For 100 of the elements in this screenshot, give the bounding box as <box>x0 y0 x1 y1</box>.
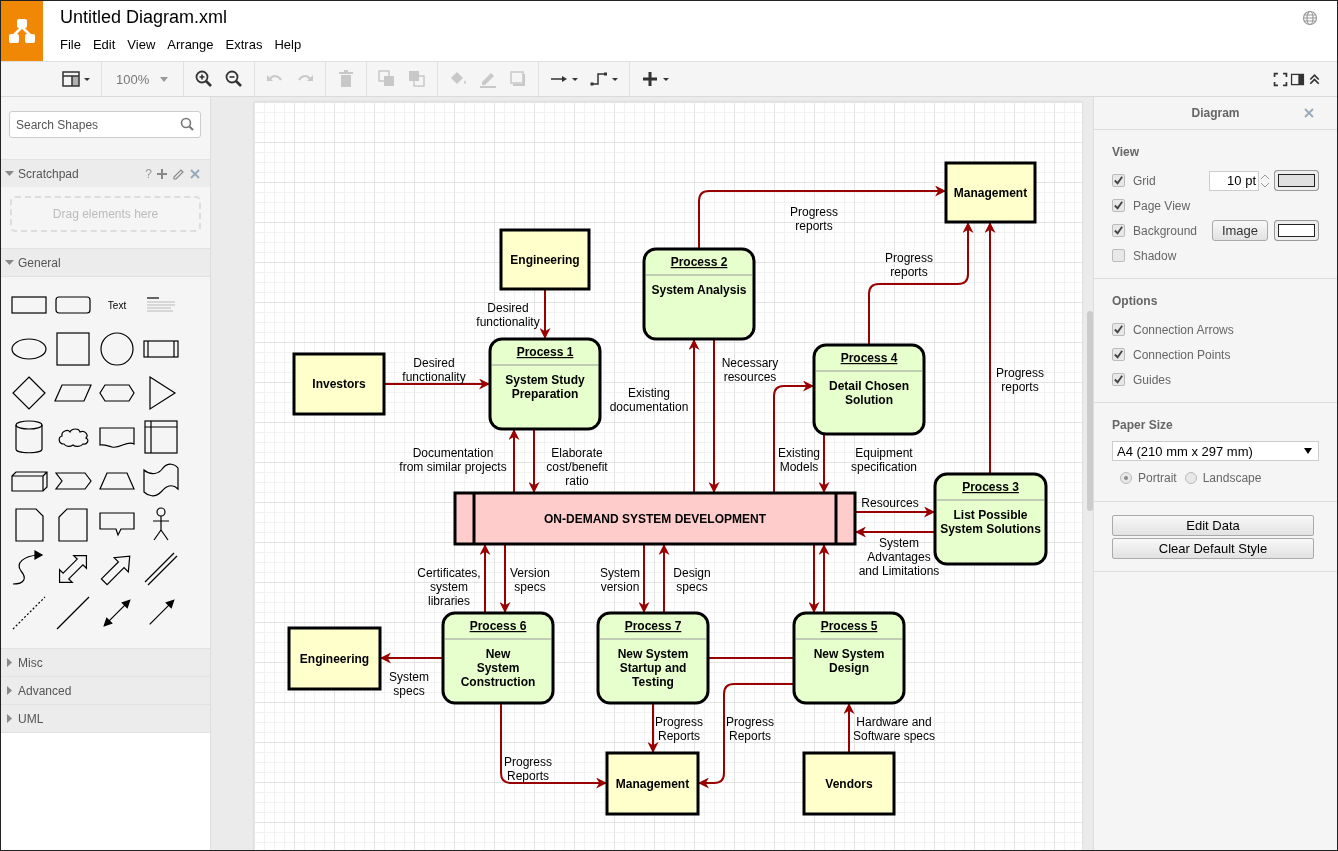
section-header[interactable]: Advanced <box>1 676 210 704</box>
logo-icon <box>8 17 36 45</box>
process-title: System Study Preparation <box>505 373 585 401</box>
edge-label: Desired functionality <box>402 356 466 384</box>
process-box[interactable] <box>642 247 756 341</box>
checkbox-label[interactable]: Guides <box>1133 372 1319 387</box>
entity-box[interactable] <box>287 626 382 691</box>
radio-label[interactable]: Portrait <box>1138 471 1177 485</box>
process-box[interactable] <box>488 337 602 431</box>
entity-label: Engineering <box>299 651 370 666</box>
process-box[interactable] <box>812 343 926 436</box>
color-swatch[interactable] <box>1274 220 1319 241</box>
spinner-icon[interactable] <box>1260 173 1270 188</box>
connector-arrow <box>818 543 830 614</box>
data-store-box[interactable] <box>453 491 857 546</box>
zoom-dropdown[interactable]: 100% <box>112 71 174 87</box>
checkbox-label[interactable]: Connection Points <box>1133 347 1319 362</box>
text-shape[interactable]: Text <box>107 299 127 311</box>
edge-label: Resources <box>861 496 919 510</box>
checkbox[interactable] <box>1112 174 1125 187</box>
globe-icon[interactable] <box>1302 10 1318 26</box>
checkbox[interactable] <box>1112 348 1125 361</box>
process-title: New System Design <box>813 647 885 675</box>
process-box[interactable] <box>792 611 906 705</box>
section-header[interactable]: Misc <box>1 648 210 676</box>
panel-button[interactable]: Clear Default Style <box>1112 538 1314 559</box>
checkbox[interactable] <box>1112 199 1125 212</box>
grid-size-field[interactable]: 10 pt <box>1209 170 1259 191</box>
connector-arrow <box>379 652 444 664</box>
search-field[interactable]: Search Shapes <box>9 111 201 138</box>
entity-box[interactable] <box>944 161 1037 224</box>
menu-item[interactable]: Edit <box>86 37 122 52</box>
process-number: Process 7 <box>624 619 682 633</box>
entity-box[interactable] <box>605 751 700 816</box>
section-title: Paper Size <box>1112 418 1174 432</box>
section-header[interactable]: UML <box>1 704 210 732</box>
entity-label: Investors <box>312 377 366 391</box>
section-title: View <box>1112 145 1141 159</box>
process-number: Process 4 <box>840 351 898 365</box>
checkbox-label[interactable]: Background <box>1133 223 1212 238</box>
add-icon[interactable] <box>156 167 168 180</box>
internal-storage-icon[interactable] <box>141 417 181 457</box>
scrollbar[interactable] <box>1087 311 1093 511</box>
process-box[interactable] <box>933 472 1048 566</box>
edge-label: Existing Models <box>778 446 820 474</box>
section-header[interactable]: Scratchpad ? <box>1 159 210 187</box>
menu-item[interactable]: Arrange <box>161 37 220 52</box>
edge-label: Progress reports <box>996 366 1044 394</box>
square-icon[interactable] <box>53 329 93 369</box>
drop-zone: Drag elements here <box>10 196 201 232</box>
process-title: New System Startup and Testing <box>617 647 689 689</box>
search-icon[interactable] <box>180 117 194 131</box>
process-number: Process 1 <box>516 345 574 359</box>
color-swatch[interactable] <box>1274 170 1319 191</box>
paper-size-select[interactable]: A4 (210 mm x 297 mm) <box>1112 441 1319 461</box>
connector-arrow <box>539 288 551 340</box>
radio-button[interactable] <box>1120 472 1132 484</box>
edge-label: System specs <box>389 670 429 698</box>
edge-label: Progress Reports <box>504 755 552 783</box>
caret-icon <box>1304 448 1312 454</box>
image-button[interactable]: Image <box>1212 220 1268 241</box>
process-box[interactable] <box>441 611 555 705</box>
layout-icon[interactable] <box>61 69 91 89</box>
checkbox-label[interactable]: Page View <box>1133 198 1319 213</box>
checkbox[interactable] <box>1112 249 1125 262</box>
document-title[interactable]: Untitled Diagram.xml <box>60 7 228 28</box>
entity-box[interactable] <box>292 352 386 416</box>
edge-label: Documentation from similar projects <box>399 446 507 474</box>
panel-button[interactable]: Edit Data <box>1112 515 1314 536</box>
circle-icon[interactable] <box>97 329 137 369</box>
edit-icon[interactable] <box>172 167 185 180</box>
menu-item[interactable]: Help <box>268 37 308 52</box>
section-title: Options <box>1112 294 1159 308</box>
process-number: Process 3 <box>962 480 1019 494</box>
process-title: List Possible System Solutions <box>940 508 1041 536</box>
connector-arrow <box>499 543 511 614</box>
connector-arrow <box>808 543 820 614</box>
menu-item[interactable]: View <box>121 37 162 52</box>
checkbox[interactable] <box>1112 323 1125 336</box>
checkbox[interactable] <box>1112 224 1125 237</box>
menu-item[interactable]: Extras <box>219 37 269 52</box>
entity-label: Engineering <box>510 252 580 267</box>
fullscreen-icon[interactable] <box>1272 70 1289 88</box>
radio-label[interactable]: Landscape <box>1202 471 1262 485</box>
section-header[interactable]: General <box>1 248 210 276</box>
radio-button[interactable] <box>1184 472 1197 484</box>
connector-arrow <box>818 433 830 494</box>
checkbox[interactable] <box>1112 373 1125 386</box>
edge-label: Progress Reports <box>655 715 703 743</box>
plus-icon[interactable] <box>640 69 671 89</box>
entity-box[interactable] <box>499 228 591 291</box>
checkbox-label[interactable]: Connection Arrows <box>1133 322 1319 337</box>
entity-box[interactable] <box>802 751 896 816</box>
checkbox-label[interactable]: Shadow <box>1133 248 1319 263</box>
process-box[interactable] <box>596 611 710 705</box>
checkbox-label[interactable]: Grid <box>1133 173 1209 188</box>
menu-item[interactable]: File <box>58 37 87 52</box>
edge-label: Progress Reports <box>726 715 774 743</box>
edge-label: Necessary resources <box>721 356 779 384</box>
connector-arrow <box>508 428 520 494</box>
